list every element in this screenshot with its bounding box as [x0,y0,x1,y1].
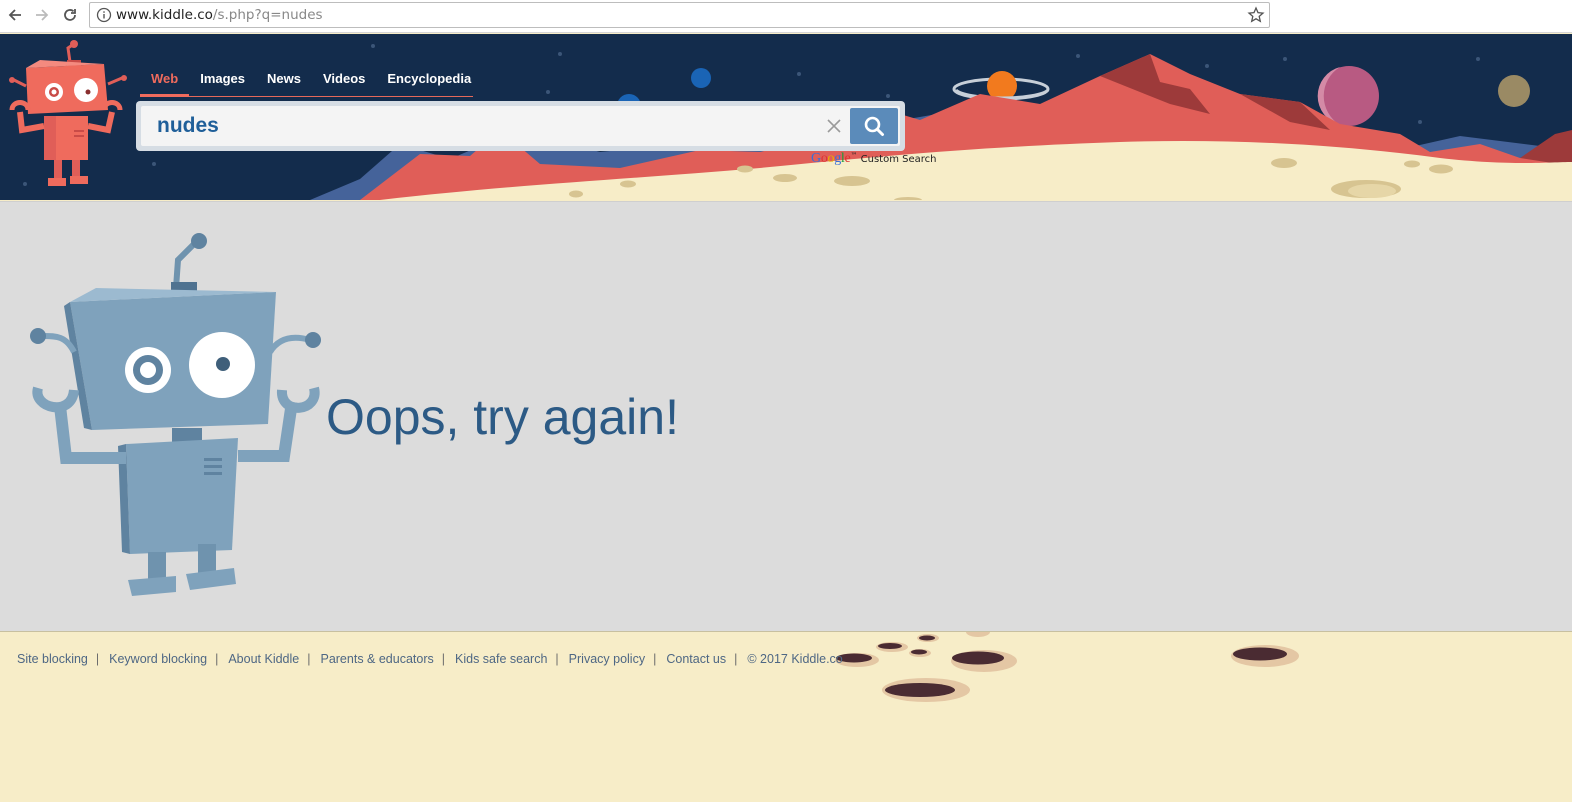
info-icon[interactable] [96,7,112,23]
forward-button[interactable] [31,4,53,26]
separator: | [307,652,311,666]
address-bar[interactable]: www.kiddle.co/s.php?q=nudes [89,2,1270,28]
url-text[interactable]: www.kiddle.co/s.php?q=nudes [116,7,323,23]
tab-encyclopedia[interactable]: Encyclopedia [376,70,482,97]
url-path: /s.php?q=nudes [212,7,323,23]
footer-link-about[interactable]: About Kiddle [228,652,299,666]
footer-links: Site blocking | Keyword blocking | About K… [17,652,843,666]
search-icon [864,116,884,136]
separator: | [441,652,445,666]
footer-link-contact[interactable]: Contact us [666,652,726,666]
site-header: Web Images News Videos Encyclopedia Goog… [0,34,1572,200]
search-input[interactable] [141,106,841,146]
tab-videos[interactable]: Videos [312,70,376,97]
back-button[interactable] [4,4,26,26]
separator: | [653,652,657,666]
error-message: Oops, try again! [326,389,679,445]
search-type-tabs: Web Images News Videos Encyclopedia [140,70,473,97]
kiddle-logo[interactable] [4,40,130,194]
robot-illustration [30,233,321,596]
footer-link-site-blocking[interactable]: Site blocking [17,652,88,666]
search-button[interactable] [850,108,898,144]
search-box [136,101,905,151]
search-field-wrapper [141,106,900,146]
footer-link-keyword-blocking[interactable]: Keyword blocking [109,652,207,666]
main-content: Oops, try again! [0,201,1572,631]
close-icon[interactable] [824,116,844,136]
browser-toolbar: www.kiddle.co/s.php?q=nudes [0,0,1572,33]
arrow-left-icon [8,9,21,21]
copyright: © 2017 Kiddle.co [747,652,843,666]
separator: | [555,652,559,666]
google-tm: ™ [850,151,858,160]
tab-images[interactable]: Images [189,70,256,97]
tab-news[interactable]: News [256,70,312,97]
star-icon[interactable] [1247,6,1265,24]
footer-link-parents-educators[interactable]: Parents & educators [320,652,433,666]
google-custom-search-label: Google™ Custom Search [811,151,936,167]
footer-link-kids-safe-search[interactable]: Kids safe search [455,652,547,666]
footer-link-privacy-policy[interactable]: Privacy policy [569,652,645,666]
site-footer: Site blocking | Keyword blocking | About K… [0,631,1572,802]
separator: | [95,652,100,666]
reload-button[interactable] [59,4,81,26]
separator: | [734,652,738,666]
separator: | [215,652,219,666]
custom-search-text: Custom Search [860,154,937,165]
arrow-right-icon [36,9,49,21]
url-host: www.kiddle.co [116,7,213,23]
tab-web[interactable]: Web [140,70,190,97]
reload-icon [64,9,76,21]
google-logo: Google [811,151,851,166]
